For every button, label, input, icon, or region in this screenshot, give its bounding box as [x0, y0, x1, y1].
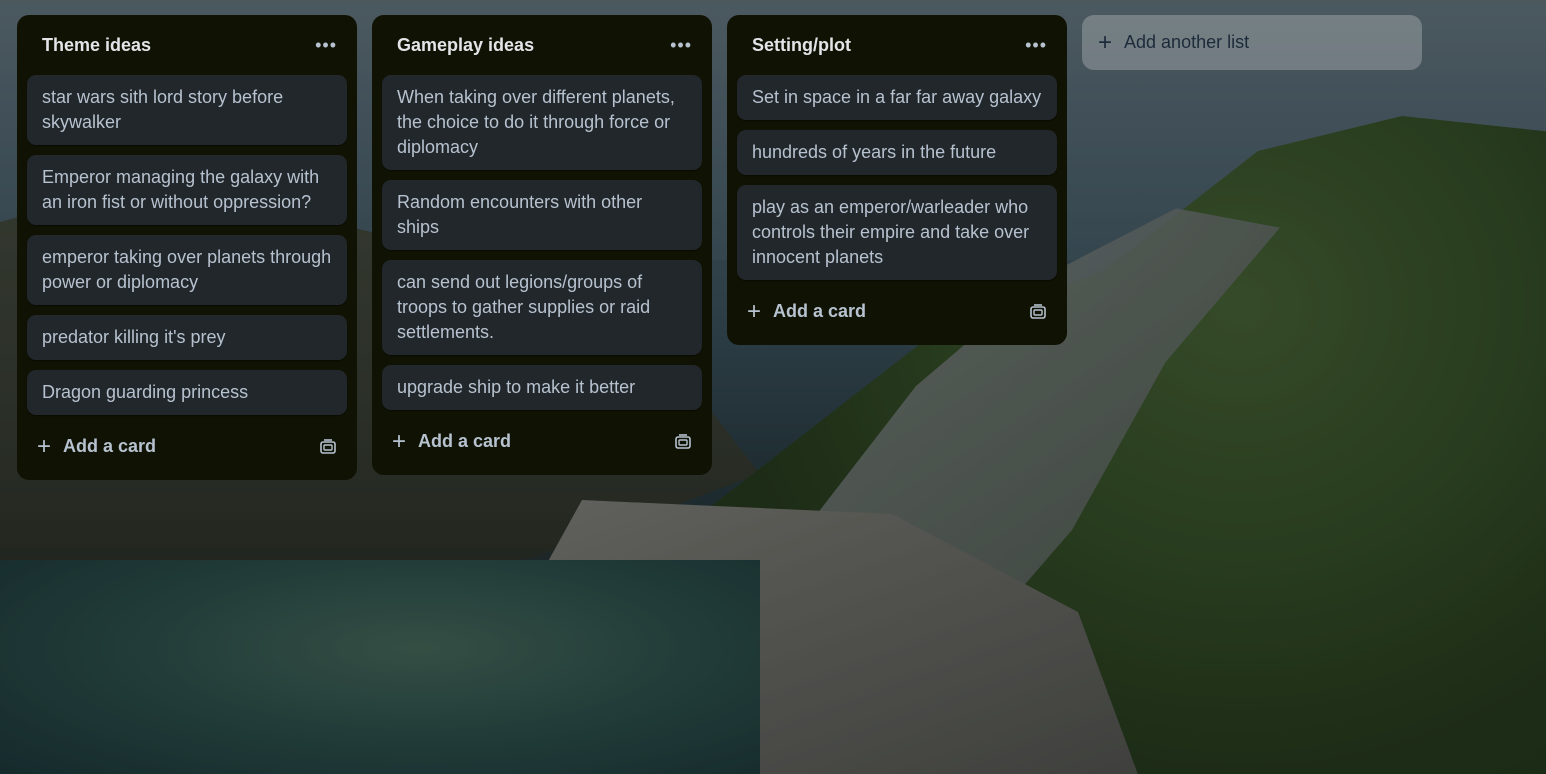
- add-card-button[interactable]: + Add a card: [37, 432, 157, 460]
- card-template-icon[interactable]: [674, 433, 692, 451]
- add-card-label: Add a card: [418, 431, 512, 451]
- card[interactable]: upgrade ship to make it better: [382, 365, 702, 410]
- card[interactable]: hundreds of years in the future: [737, 130, 1057, 175]
- board-lists: Theme ideas ••• star wars sith lord stor…: [17, 15, 1422, 480]
- list-header: Setting/plot •••: [727, 15, 1067, 75]
- add-another-list-button[interactable]: + Add another list: [1082, 15, 1422, 70]
- card[interactable]: star wars sith lord story before skywalk…: [27, 75, 347, 145]
- list-header: Gameplay ideas •••: [372, 15, 712, 75]
- list-footer: + Add a card: [727, 284, 1067, 339]
- card[interactable]: Set in space in a far far away galaxy: [737, 75, 1057, 120]
- more-horizontal-icon[interactable]: •••: [315, 36, 337, 54]
- add-card-button[interactable]: + Add a card: [392, 427, 512, 455]
- card-template-icon[interactable]: [1029, 303, 1047, 321]
- list-title[interactable]: Gameplay ideas: [397, 35, 534, 56]
- add-list-label: Add another list: [1124, 32, 1250, 52]
- add-card-button[interactable]: + Add a card: [747, 297, 867, 325]
- plus-icon: +: [747, 297, 762, 325]
- plus-icon: +: [37, 432, 52, 460]
- card[interactable]: Random encounters with other ships: [382, 180, 702, 250]
- card-list: star wars sith lord story before skywalk…: [17, 75, 357, 415]
- card[interactable]: emperor taking over planets through powe…: [27, 235, 347, 305]
- card[interactable]: When taking over different planets, the …: [382, 75, 702, 170]
- card-list: Set in space in a far far away galaxy hu…: [727, 75, 1067, 280]
- card[interactable]: Emperor managing the galaxy with an iron…: [27, 155, 347, 225]
- list-footer: + Add a card: [17, 419, 357, 474]
- plus-icon: +: [392, 427, 407, 455]
- add-card-label: Add a card: [63, 436, 157, 456]
- add-card-label: Add a card: [773, 301, 867, 321]
- card[interactable]: play as an emperor/warleader who control…: [737, 185, 1057, 280]
- plus-icon: +: [1098, 28, 1113, 56]
- card-list: When taking over different planets, the …: [372, 75, 712, 410]
- list-title[interactable]: Setting/plot: [752, 35, 851, 56]
- list-title[interactable]: Theme ideas: [42, 35, 151, 56]
- list-header: Theme ideas •••: [17, 15, 357, 75]
- card[interactable]: can send out legions/groups of troops to…: [382, 260, 702, 355]
- card-template-icon[interactable]: [319, 438, 337, 456]
- board: Theme ideas ••• star wars sith lord stor…: [0, 0, 1546, 774]
- list-footer: + Add a card: [372, 414, 712, 469]
- more-horizontal-icon[interactable]: •••: [1025, 36, 1047, 54]
- list-theme-ideas: Theme ideas ••• star wars sith lord stor…: [17, 15, 357, 480]
- more-horizontal-icon[interactable]: •••: [670, 36, 692, 54]
- card[interactable]: Dragon guarding princess: [27, 370, 347, 415]
- list-gameplay-ideas: Gameplay ideas ••• When taking over diff…: [372, 15, 712, 475]
- list-setting-plot: Setting/plot ••• Set in space in a far f…: [727, 15, 1067, 345]
- card[interactable]: predator killing it's prey: [27, 315, 347, 360]
